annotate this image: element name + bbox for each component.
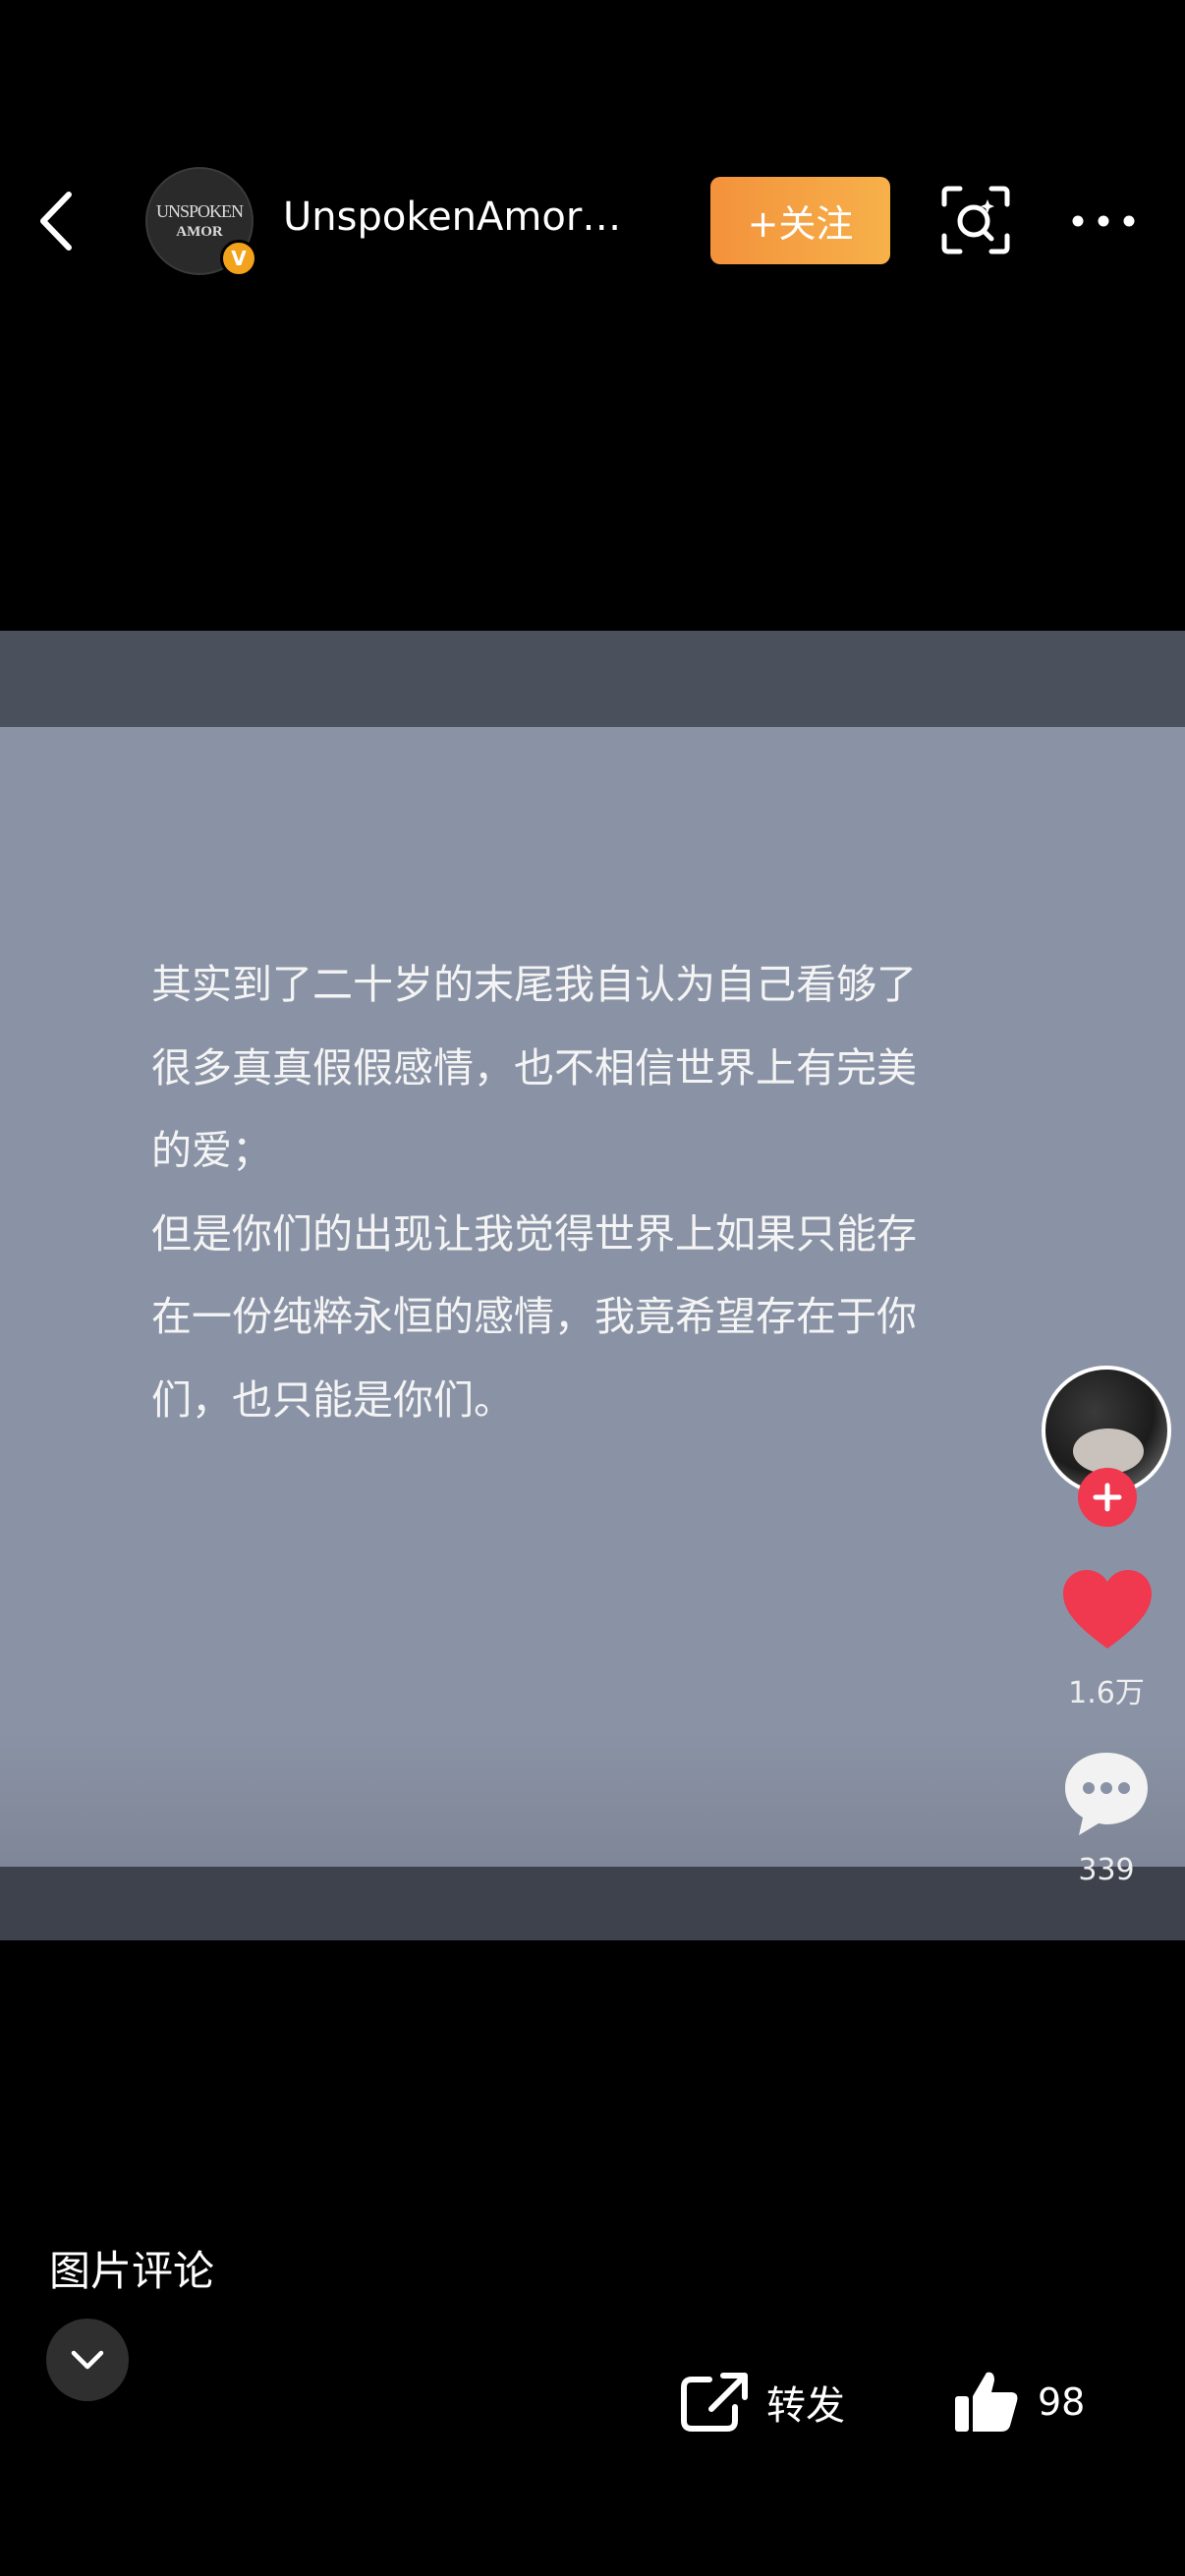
post-text-line: 们，也只能是你们。: [151, 1375, 514, 1424]
thumbs-up-icon: [955, 2372, 1018, 2432]
avatar-logo-line-1: UNSPOKEN: [155, 201, 244, 221]
collapse-button[interactable]: [46, 2319, 129, 2401]
chevron-down-icon: [71, 2350, 104, 2370]
plus-icon[interactable]: [1078, 1468, 1137, 1527]
like-button[interactable]: 98: [953, 2368, 1085, 2436]
author-avatar[interactable]: UNSPOKEN AMOR V: [145, 167, 257, 277]
comment-icon[interactable]: [1061, 1749, 1152, 1839]
more-icon[interactable]: [1071, 206, 1136, 236]
plus-glyph: [1093, 1483, 1122, 1512]
post-text-line: 的爱；: [151, 1127, 272, 1174]
share-label: 转发: [766, 2383, 845, 2429]
post-text: 其实到了二十岁的末尾我自认为自己看够了 很多真真假假感情，也不相信世界上有完美 …: [151, 943, 1036, 1441]
avatar-logo-line-2: AMOR: [176, 224, 223, 240]
image-top-band: [0, 631, 1185, 727]
like-count: 1.6万: [1068, 1676, 1145, 1710]
author-username[interactable]: UnspokenAmor…: [283, 195, 666, 240]
bottom-like-count: 98: [1038, 2380, 1086, 2424]
follow-button[interactable]: +关注: [710, 177, 890, 264]
heart-icon[interactable]: [1061, 1568, 1154, 1651]
verified-badge-icon: V: [220, 240, 257, 277]
post-text-line: 但是你们的出现让我觉得世界上如果只能存: [151, 1209, 917, 1258]
post-text-line: 其实到了二十岁的末尾我自认为自己看够了: [151, 961, 917, 1008]
back-arrow-icon[interactable]: [28, 187, 86, 255]
post-text-line: 在一份纯粹永恒的感情，我竟希望存在于你: [151, 1293, 917, 1340]
share-button[interactable]: 转发: [680, 2368, 845, 2436]
share-icon: [681, 2373, 748, 2432]
post-text-line: 很多真真假假感情，也不相信世界上有完美: [151, 1043, 917, 1092]
image-bottom-band: [0, 1867, 1185, 1940]
image-comment-label[interactable]: 图片评论: [49, 2238, 214, 2298]
comment-count: 339: [1078, 1853, 1135, 1887]
post-header: UNSPOKEN AMOR V UnspokenAmor… +关注: [0, 147, 1185, 295]
scan-icon[interactable]: [940, 185, 1011, 255]
